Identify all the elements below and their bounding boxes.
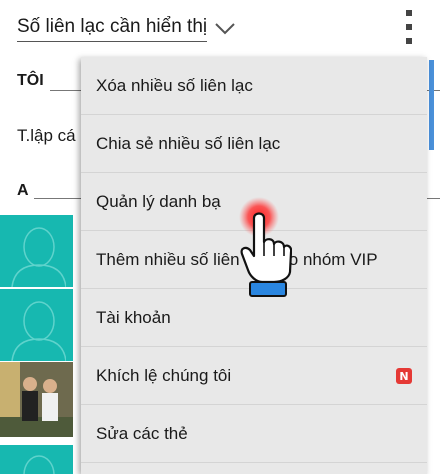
top-bar: Số liên lạc cần hiển thị xyxy=(0,0,440,58)
scrollbar[interactable] xyxy=(429,60,434,150)
section-divider xyxy=(34,198,82,199)
menu-item-delete-multiple[interactable]: Xóa nhiều số liên lạc xyxy=(81,57,427,115)
menu-item-label: Quản lý danh bạ xyxy=(96,191,221,211)
section-header-me: TÔI xyxy=(17,72,44,89)
section-divider xyxy=(50,90,82,91)
menu-item-edit-tags[interactable]: Sửa các thẻ xyxy=(81,405,427,463)
new-badge: N xyxy=(396,368,412,384)
contact-filter-dropdown[interactable]: Số liên lạc cần hiển thị xyxy=(17,14,237,42)
contact-photo xyxy=(0,362,73,437)
menu-item-share-multiple[interactable]: Chia sẻ nhiều số liên lạc xyxy=(81,115,427,173)
profile-setup-row[interactable]: T.lập cá xyxy=(17,126,76,146)
menu-item-label: Sửa các thẻ xyxy=(96,423,188,443)
tap-hand-icon xyxy=(239,197,292,297)
avatar xyxy=(0,215,73,287)
more-vert-icon[interactable] xyxy=(400,10,418,44)
menu-item-partial[interactable] xyxy=(81,463,427,474)
menu-item-label: Khích lệ chúng tôi xyxy=(96,365,232,385)
chevron-down-icon xyxy=(215,23,235,35)
menu-item-label: Chia sẻ nhiều số liên lạc xyxy=(96,133,281,153)
menu-item-label: Xóa nhiều số liên lạc xyxy=(96,75,253,95)
menu-item-label: Tài khoản xyxy=(96,307,171,327)
avatar xyxy=(0,289,73,361)
section-divider xyxy=(427,198,440,199)
section-header-a: A xyxy=(17,182,29,199)
avatar xyxy=(0,445,73,474)
page-title: Số liên lạc cần hiển thị xyxy=(17,15,208,42)
menu-item-encourage-us[interactable]: Khích lệ chúng tôi N xyxy=(81,347,427,405)
